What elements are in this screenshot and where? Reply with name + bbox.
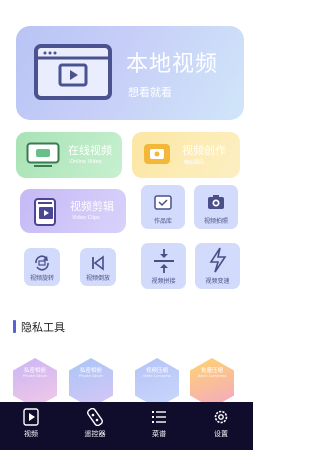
lightning-icon [208,247,228,277]
gear-icon [213,408,229,426]
privacy-tool-subtitle: Private Album [22,374,48,378]
online-video-card[interactable]: 在线视频 Online Video [16,132,122,178]
video-camera-icon [142,141,172,173]
video-rotate-label: 视频旋转 [29,275,54,282]
video-clip-title: 视频剪辑 [70,200,114,213]
local-video-subtitle: 想看就看 [128,86,172,99]
privacy-tool-hex[interactable]: 视频压缩 Video Compress [135,358,179,408]
video-capture-tile[interactable]: 视频拍照 [194,185,238,229]
nav-label-recipes: 菜谱 [152,430,166,438]
video-creation-title: 视频创作 [182,144,226,157]
nav-item-remote[interactable]: 遥控器 [70,402,120,450]
nav-label-settings: 设置 [214,430,228,438]
privacy-tool-subtitle: Batch Compress [197,374,227,378]
nav-label-video: 视频 [24,430,38,438]
nav-item-video[interactable]: 视频 [6,402,56,450]
video-speed-tile[interactable]: 视频变速 [195,243,240,289]
nav-item-recipes[interactable]: 菜谱 [134,402,184,450]
video-splice-tile[interactable]: 视频拼接 [141,243,186,289]
privacy-tools-heading: 隐私工具 [21,321,65,334]
online-video-title: 在线视频 [68,144,112,157]
privacy-tool-hex[interactable]: 私密相册 Private Album [13,358,57,408]
works-library-label: 作品库 [153,218,172,225]
section-accent-bar [13,320,16,333]
privacy-tool-subtitle: Video Compress [142,374,172,378]
local-video-card[interactable]: 本地视频 想看就看 [16,26,244,120]
video-rotate-tile[interactable]: 视频旋转 [24,248,60,286]
video-clip-card[interactable]: 视频剪辑 Video Clips [20,189,126,233]
list-icon [151,408,167,426]
video-capture-label: 视频拍照 [203,218,228,225]
tv-icon [26,142,60,172]
privacy-tool-label: 视频压缩 [145,368,168,374]
video-splice-label: 视频拼接 [151,278,176,285]
online-video-subtitle: Online Video [70,159,102,165]
privacy-tool-hex[interactable]: 批量压缩 Batch Compress [190,358,234,408]
nav-item-settings[interactable]: 设置 [196,402,246,450]
video-clip-subtitle: Video Clips [72,215,100,221]
video-reverse-tile[interactable]: 视频倒放 [80,248,116,286]
merge-icon [152,248,176,278]
nav-label-remote: 遥控器 [84,430,106,438]
folder-icon [153,192,173,216]
video-creation-subtitle: 精彩瞬间 [184,160,205,166]
privacy-tool-hex[interactable]: 私密相册 Private Album [69,358,113,408]
bottom-navigation: 视频 遥控器 菜谱 设置 [0,402,253,450]
film-edit-icon [32,197,62,231]
video-creation-card[interactable]: 视频创作 精彩瞬间 [132,132,240,178]
privacy-tool-label: 私密相册 [79,368,102,374]
local-video-title: 本地视频 [126,52,219,77]
video-player-icon [34,44,112,100]
video-reverse-label: 视频倒放 [85,275,110,282]
video-nav-icon [23,408,39,426]
privacy-tool-label: 私密相册 [23,368,46,374]
remote-control-icon [87,407,103,427]
video-speed-label: 视频变速 [205,278,230,285]
privacy-tool-label: 批量压缩 [200,368,223,374]
camera-icon [206,192,226,216]
privacy-tool-subtitle: Private Album [78,374,104,378]
works-library-tile[interactable]: 作品库 [141,185,185,229]
